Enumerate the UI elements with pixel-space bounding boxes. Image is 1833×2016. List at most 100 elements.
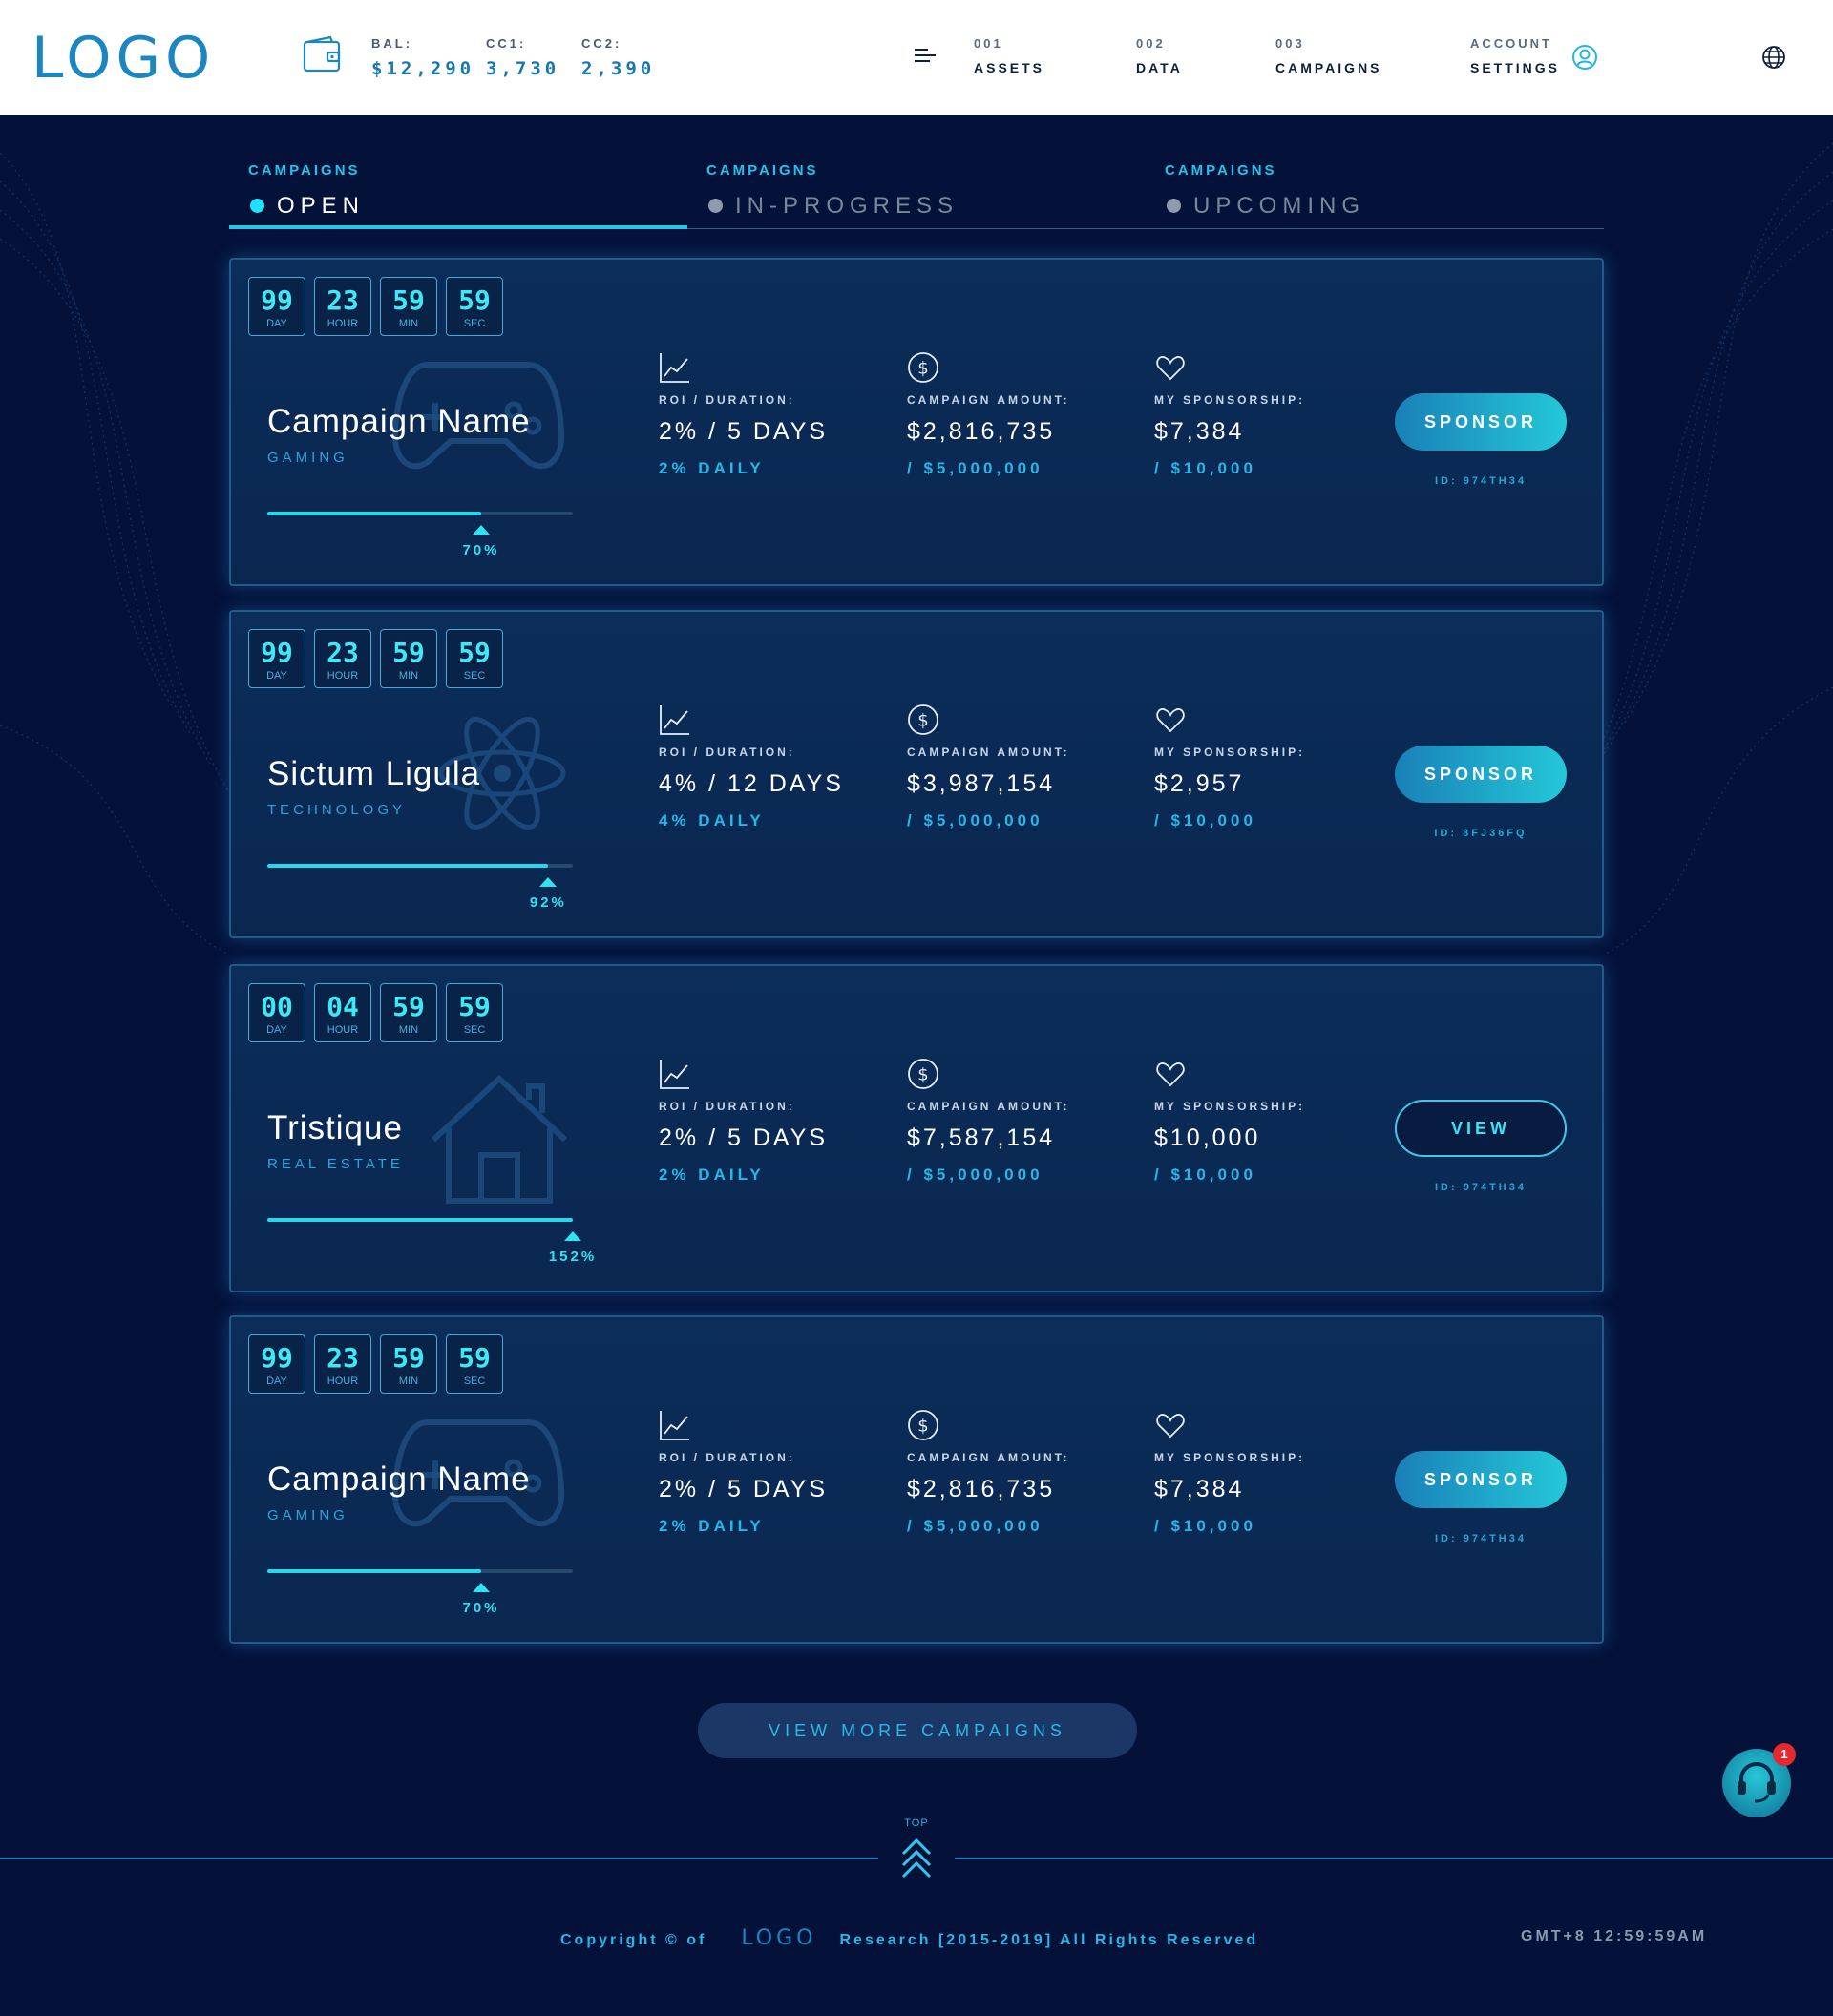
- sponsor-button[interactable]: SPONSOR: [1395, 393, 1567, 451]
- sponsorship-max: / $10,000: [1154, 459, 1256, 477]
- progress-marker-icon: [539, 877, 558, 887]
- footer-divider-left: [0, 1858, 878, 1859]
- timer-value: 99: [261, 284, 293, 316]
- svg-text:$: $: [917, 711, 928, 731]
- balance-value: 3,730: [486, 58, 560, 79]
- user-icon[interactable]: [1571, 44, 1598, 71]
- funding-progress-bar: [267, 512, 573, 515]
- dollar-icon: $: [908, 1059, 938, 1089]
- timer-unit: MIN: [398, 1024, 419, 1036]
- balance-value: $12,290: [371, 58, 475, 79]
- sponsor-button[interactable]: SPONSOR: [1395, 1451, 1567, 1508]
- notification-badge: 1: [1773, 1743, 1796, 1766]
- amount-label: CAMPAIGN AMOUNT:: [907, 746, 1070, 759]
- heart-icon: [1156, 708, 1185, 733]
- campaign-id: ID: 8FJ36FQ: [1434, 828, 1528, 839]
- campaign-card-2: 99 DAY 23 HOUR 59 MIN 59 SEC Sictum Ligu…: [229, 610, 1604, 938]
- menu-icon[interactable]: [915, 48, 938, 63]
- footer-logo[interactable]: LOGO: [741, 1926, 816, 1950]
- funding-progress-fill: [267, 1218, 573, 1222]
- roi-daily: 2% DAILY: [659, 459, 765, 477]
- roi-value: 2% / 5 DAYS: [659, 1124, 829, 1151]
- double-chevron-up-icon[interactable]: [897, 1835, 936, 1879]
- tab-open[interactable]: CAMPAIGNS OPEN: [229, 160, 687, 229]
- timer-value: 59: [458, 284, 491, 316]
- nav-item-assets[interactable]: 001 ASSETS: [974, 36, 1044, 75]
- logo[interactable]: LOGO: [32, 25, 215, 92]
- roi-daily: 2% DAILY: [659, 1166, 765, 1184]
- timer-hour: 23 HOUR: [314, 277, 371, 336]
- timer-min: 59 MIN: [380, 277, 437, 336]
- wallet-icon[interactable]: [302, 34, 344, 76]
- nav-label: ASSETS: [974, 60, 1045, 75]
- tab-in-progress[interactable]: CAMPAIGNS IN-PROGRESS: [687, 160, 1146, 229]
- timer-unit: MIN: [398, 1376, 419, 1387]
- tab-label: IN-PROGRESS: [735, 193, 959, 219]
- timer-hour: 04 HOUR: [314, 983, 371, 1042]
- timer-value: 59: [458, 991, 491, 1022]
- balance-value: 2,390: [581, 58, 656, 79]
- timer-value: 59: [458, 1342, 491, 1374]
- timer-unit: DAY: [266, 1376, 287, 1387]
- timer-unit: MIN: [398, 318, 419, 329]
- tab-category: CAMPAIGNS: [706, 162, 819, 178]
- sponsorship-label: MY SPONSORSHIP:: [1154, 393, 1306, 407]
- timer-unit: HOUR: [327, 1024, 359, 1036]
- roi-duration: ROI / DURATION: 2% / 5 DAYS 2% DAILY: [659, 351, 828, 478]
- tab-label: UPCOMING: [1193, 193, 1365, 219]
- funding-progress-fill: [267, 864, 549, 868]
- balance-label: BAL:: [371, 36, 413, 51]
- amount-total: / $5,000,000: [907, 1517, 1043, 1535]
- line-chart-icon: [660, 705, 689, 735]
- line-chart-icon: [660, 353, 689, 383]
- roi-value: 2% / 5 DAYS: [659, 418, 829, 445]
- amount-label: CAMPAIGN AMOUNT:: [907, 1451, 1070, 1464]
- timezone-clock: GMT+8 12:59:59AM: [1521, 1928, 1708, 1944]
- campaign-amount: $ CAMPAIGN AMOUNT: $7,587,154 / $5,000,0…: [907, 1058, 1070, 1185]
- timer-value: 59: [458, 637, 491, 668]
- timer-day: 99 DAY: [248, 1334, 306, 1394]
- svg-text:$: $: [917, 1417, 928, 1437]
- sponsorship-label: MY SPONSORSHIP:: [1154, 1100, 1306, 1113]
- nav-item-data[interactable]: 002 DATA: [1136, 36, 1183, 75]
- tab-category: CAMPAIGNS: [1165, 162, 1277, 178]
- campaign-name: Tristique: [267, 1109, 403, 1146]
- timer-unit: SEC: [463, 318, 486, 329]
- campaign-category: GAMING: [267, 450, 348, 466]
- nav-number: ACCOUNT: [1470, 36, 1552, 51]
- funding-progress-bar: [267, 864, 573, 868]
- amount-label: CAMPAIGN AMOUNT:: [907, 1100, 1070, 1113]
- campaign-card-1: 99 DAY 23 HOUR 59 MIN 59 SEC Campaign Na…: [229, 258, 1604, 586]
- timer-value: 00: [261, 991, 293, 1022]
- campaign-id: ID: 974TH34: [1435, 1533, 1527, 1544]
- nav-item-account-settings[interactable]: ACCOUNT SETTINGS: [1470, 36, 1560, 75]
- campaign-name: Sictum Ligula: [267, 755, 481, 792]
- nav-number: 002: [1136, 36, 1166, 51]
- funding-progress-fill: [267, 1569, 481, 1573]
- timer-unit: HOUR: [327, 1376, 359, 1387]
- nav-label: SETTINGS: [1470, 60, 1561, 75]
- globe-icon[interactable]: [1761, 45, 1786, 70]
- heart-icon: [1156, 1414, 1185, 1438]
- timer-hour: 23 HOUR: [314, 629, 371, 688]
- timer-value: 04: [327, 991, 359, 1022]
- view-button[interactable]: VIEW: [1395, 1100, 1567, 1157]
- progress-percent: 70%: [462, 542, 500, 558]
- sponsorship-label: MY SPONSORSHIP:: [1154, 1451, 1306, 1464]
- roi-value: 4% / 12 DAYS: [659, 770, 844, 797]
- progress-marker-icon: [473, 525, 490, 535]
- my-sponsorship: MY SPONSORSHIP: $2,957 / $10,000: [1154, 704, 1305, 830]
- copyright-notice: Copyright © of LOGO Research [2015-2019]…: [560, 1926, 1258, 1950]
- roi-value: 2% / 5 DAYS: [659, 1476, 829, 1502]
- sponsor-button[interactable]: SPONSOR: [1395, 746, 1567, 803]
- nav-item-campaigns[interactable]: 003 CAMPAIGNS: [1275, 36, 1382, 75]
- amount-value: $2,816,735: [907, 418, 1056, 445]
- view-more-campaigns-button[interactable]: VIEW MORE CAMPAIGNS: [698, 1703, 1137, 1758]
- dollar-icon: $: [908, 704, 938, 735]
- heart-icon: [1156, 356, 1185, 381]
- roi-duration: ROI / DURATION: 2% / 5 DAYS 2% DAILY: [659, 1058, 828, 1185]
- tab-upcoming[interactable]: CAMPAIGNS UPCOMING: [1146, 160, 1604, 229]
- campaign-amount: $ CAMPAIGN AMOUNT: $2,816,735 / $5,000,0…: [907, 1409, 1070, 1536]
- progress-marker-icon: [564, 1231, 581, 1241]
- progress-percent: 152%: [548, 1249, 598, 1265]
